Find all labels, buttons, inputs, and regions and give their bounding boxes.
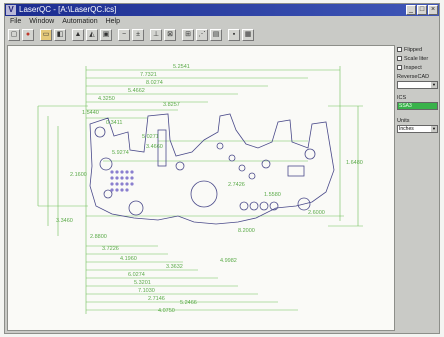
open-icon[interactable]: ▢ — [8, 29, 20, 41]
dimension-label: 2.1600 — [70, 172, 87, 178]
dimension-label: 5.0271 — [142, 134, 159, 140]
dimension-label: 5.3201 — [134, 280, 151, 286]
side-panel: Flipped Scale liter Inspect ReverseCAD ▼… — [397, 45, 439, 331]
dimension-label: 0.3411 — [106, 120, 122, 126]
dimension-label: 5.4662 — [128, 88, 145, 94]
layer-icon[interactable]: ▤ — [210, 29, 222, 41]
chevron-down-icon[interactable]: ▼ — [431, 126, 437, 132]
menu-file[interactable]: File — [10, 18, 21, 25]
scale-filter-option[interactable]: Scale liter — [397, 54, 439, 63]
drawing-canvas[interactable]: 5.2541 7.7321 8.0274 5.4662 4.3250 3.825… — [7, 45, 395, 331]
dimension-label: 3.8257 — [163, 102, 180, 108]
ruler-icon[interactable]: ⊥ — [150, 29, 162, 41]
window-title: LaserQC - [A:\LaserQC.ics] — [19, 5, 117, 14]
dimension-label: 6.0274 — [128, 272, 145, 278]
compare-icon[interactable]: ⊠ — [164, 29, 176, 41]
dimension-label: 7.1030 — [138, 288, 155, 294]
scan-icon[interactable]: ◭ — [86, 29, 98, 41]
checkbox-label: Scale liter — [404, 55, 429, 62]
dimension-label: 3.7226 — [102, 246, 119, 252]
toolbar: ▢ ● ▭ ◧ ▲ ◭ ▣ − ± ⊥ ⊠ ⊞ ⋰ ▤ ▪ ▦ — [5, 27, 439, 43]
select-value: Inches — [399, 126, 414, 132]
menu-window[interactable]: Window — [29, 18, 54, 25]
dimension-label: 4.1960 — [120, 256, 137, 262]
close-button[interactable]: × — [428, 5, 438, 15]
units-select[interactable]: Inches ▼ — [397, 125, 438, 133]
dimension-label: 3.4660 — [146, 144, 163, 150]
align-icon[interactable]: ± — [132, 29, 144, 41]
dimension-label: 8.0274 — [146, 80, 163, 86]
minimize-button[interactable]: _ — [406, 5, 416, 15]
grid-icon[interactable]: ⋰ — [196, 29, 208, 41]
dimension-label: 7.7321 — [140, 72, 157, 78]
checkbox-label: Inspect — [404, 64, 422, 71]
stop-icon[interactable]: ● — [22, 29, 34, 41]
dimension-label: 2.8800 — [90, 234, 107, 240]
measure-icon[interactable]: ▲ — [72, 29, 84, 41]
dimension-label: 1.6480 — [346, 160, 363, 166]
cad-drawing: 5.2541 7.7321 8.0274 5.4662 4.3250 3.825… — [37, 64, 363, 314]
save-icon[interactable]: ▪ — [228, 29, 240, 41]
ics-label: ICS — [397, 95, 407, 101]
folder-icon[interactable]: ▭ — [40, 29, 52, 41]
ics-field[interactable]: SSA3 — [397, 102, 438, 110]
flipped-option[interactable]: Flipped — [397, 45, 439, 54]
maximize-button[interactable]: □ — [417, 5, 427, 15]
dimension-labels: 5.2541 7.7321 8.0274 5.4662 4.3250 3.825… — [56, 64, 363, 314]
dimension-label: 5.2541 — [173, 64, 190, 70]
reverse-cad-label: ReverseCAD — [397, 74, 430, 80]
dimension-lines — [37, 66, 363, 314]
dimension-label: 1.5440 — [82, 110, 99, 116]
checkbox[interactable] — [397, 65, 402, 70]
hole-pattern — [110, 170, 134, 192]
units-label: Units — [397, 118, 410, 124]
calibrate-icon[interactable]: ◧ — [54, 29, 66, 41]
dimension-label: 4.3250 — [98, 96, 115, 102]
title-bar[interactable]: V LaserQC - [A:\LaserQC.ics] _ □ × — [5, 4, 439, 16]
menu-bar: File Window Automation Help — [5, 16, 439, 27]
checkbox[interactable] — [397, 56, 402, 61]
checkbox-label: Flipped — [404, 46, 423, 53]
report-icon[interactable]: ⊞ — [182, 29, 194, 41]
dimension-label: 4.9982 — [220, 258, 237, 264]
dimension-label: 8.2000 — [238, 228, 255, 234]
dimension-label: 4.0750 — [158, 308, 175, 314]
menu-help[interactable]: Help — [106, 18, 120, 25]
dimension-label: 5.9274 — [112, 150, 129, 156]
menu-automation[interactable]: Automation — [62, 18, 97, 25]
minus-icon[interactable]: − — [118, 29, 130, 41]
app-window: V LaserQC - [A:\LaserQC.ics] _ □ × File … — [4, 3, 440, 334]
dimension-label: 1.5580 — [264, 192, 281, 198]
app-logo-icon: V — [6, 5, 16, 15]
inspect-option[interactable]: Inspect — [397, 63, 439, 72]
dimension-label: 5.2466 — [180, 300, 197, 306]
image-icon[interactable]: ▣ — [100, 29, 112, 41]
chevron-down-icon[interactable]: ▼ — [431, 82, 437, 88]
print-icon[interactable]: ▦ — [242, 29, 254, 41]
dimension-label: 3.3632 — [166, 264, 183, 270]
dimension-label: 2.6000 — [308, 210, 325, 216]
dimension-label: 2.7146 — [148, 296, 165, 302]
checkbox[interactable] — [397, 47, 402, 52]
part-outline — [89, 113, 335, 225]
dimension-label: 3.3460 — [56, 218, 73, 224]
reverse-cad-select[interactable]: ▼ — [397, 81, 438, 89]
dimension-label: 2.7426 — [228, 182, 245, 188]
